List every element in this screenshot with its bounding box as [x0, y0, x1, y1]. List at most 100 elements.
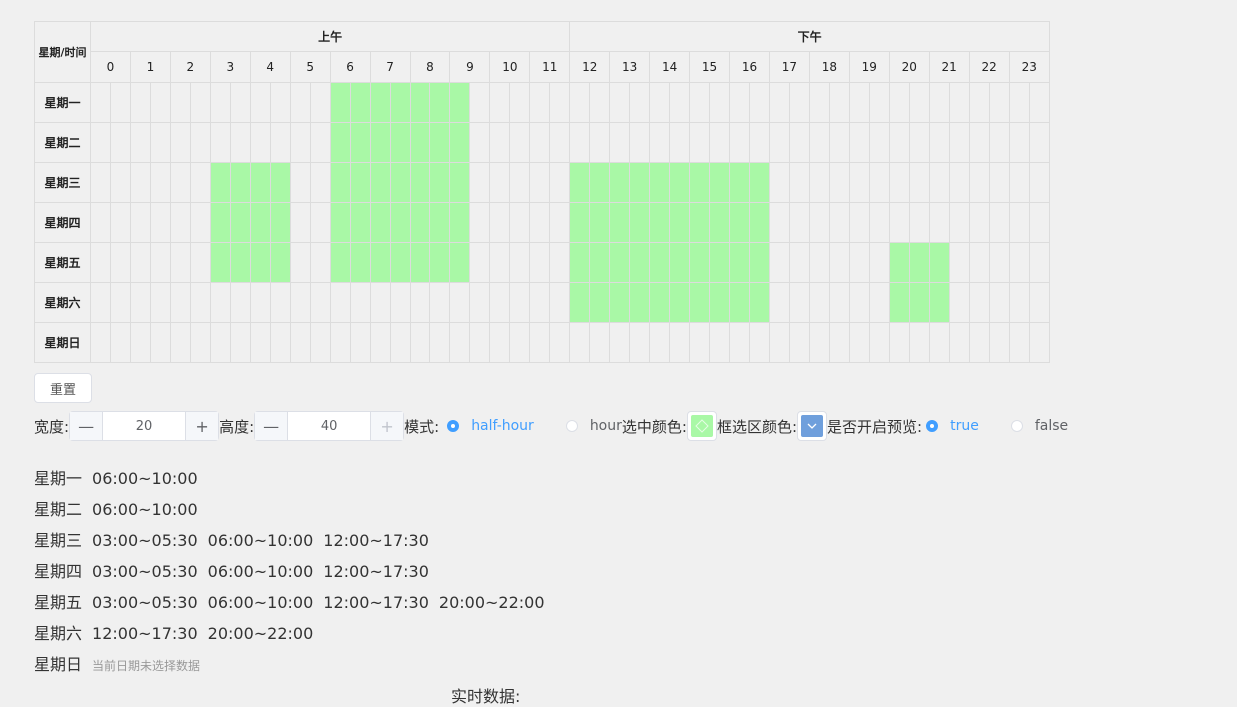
time-cell[interactable] [569, 82, 591, 123]
time-cell[interactable] [968, 82, 990, 123]
time-cell[interactable] [469, 122, 491, 163]
time-cell-selected[interactable] [229, 242, 251, 283]
time-cell[interactable] [729, 82, 750, 123]
time-cell[interactable] [90, 162, 111, 203]
time-cell-selected[interactable] [569, 242, 591, 283]
time-cell[interactable] [1008, 282, 1030, 323]
time-cell-selected[interactable] [669, 202, 691, 243]
time-cell[interactable] [529, 122, 551, 163]
time-cell[interactable] [90, 82, 111, 123]
time-cell-selected[interactable] [669, 282, 691, 323]
time-cell[interactable] [149, 122, 171, 163]
time-cell[interactable] [649, 82, 671, 123]
time-cell[interactable] [109, 322, 131, 363]
time-cell[interactable] [269, 282, 291, 323]
time-cell[interactable] [289, 202, 311, 243]
time-cell[interactable] [249, 322, 271, 363]
mode-radio-hour[interactable]: hour [565, 418, 622, 434]
time-cell[interactable] [689, 322, 711, 363]
time-cell-selected[interactable] [249, 242, 271, 283]
time-cell-selected[interactable] [689, 242, 711, 283]
time-cell[interactable] [788, 282, 810, 323]
time-cell[interactable] [1028, 282, 1051, 323]
width-increase-button[interactable]: + [185, 412, 219, 440]
time-cell[interactable] [149, 202, 171, 243]
time-cell-selected[interactable] [629, 202, 651, 243]
time-cell[interactable] [289, 242, 311, 283]
time-cell-selected[interactable] [649, 202, 671, 243]
time-cell[interactable] [90, 202, 111, 243]
time-cell[interactable] [509, 242, 531, 283]
time-cell-selected[interactable] [888, 282, 910, 323]
time-cell[interactable] [149, 322, 171, 363]
time-cell-selected[interactable] [629, 242, 651, 283]
time-cell-selected[interactable] [748, 202, 770, 243]
time-cell-selected[interactable] [369, 162, 391, 203]
time-cell[interactable] [509, 122, 531, 163]
height-input[interactable]: 40 [288, 412, 370, 440]
time-cell[interactable] [509, 322, 531, 363]
time-cell[interactable] [269, 122, 291, 163]
time-cell[interactable] [788, 122, 810, 163]
time-cell[interactable] [848, 322, 870, 363]
width-input[interactable]: 20 [103, 412, 185, 440]
time-cell[interactable] [149, 82, 171, 123]
time-cell-selected[interactable] [349, 162, 371, 203]
time-cell[interactable] [808, 162, 830, 203]
time-cell[interactable] [529, 242, 551, 283]
time-cell[interactable] [888, 322, 910, 363]
time-cell[interactable] [489, 162, 511, 203]
box-color-picker[interactable] [797, 411, 828, 441]
time-cell[interactable] [808, 282, 830, 323]
time-cell[interactable] [868, 122, 890, 163]
time-cell[interactable] [469, 162, 491, 203]
time-cell[interactable] [968, 322, 990, 363]
time-cell-selected[interactable] [729, 162, 750, 203]
time-cell-selected[interactable] [449, 202, 471, 243]
time-cell-selected[interactable] [389, 242, 411, 283]
time-cell-selected[interactable] [908, 282, 930, 323]
time-cell[interactable] [988, 282, 1010, 323]
time-cell[interactable] [729, 122, 750, 163]
time-cell-selected[interactable] [349, 242, 371, 283]
time-cell-selected[interactable] [389, 122, 411, 163]
time-cell-selected[interactable] [589, 162, 611, 203]
time-cell[interactable] [868, 282, 890, 323]
time-cell-selected[interactable] [589, 202, 611, 243]
time-cell[interactable] [309, 322, 331, 363]
time-cell-selected[interactable] [269, 202, 291, 243]
time-cell-selected[interactable] [609, 282, 631, 323]
time-cell[interactable] [509, 282, 531, 323]
time-cell-selected[interactable] [589, 242, 611, 283]
time-cell[interactable] [589, 322, 611, 363]
time-cell[interactable] [329, 322, 351, 363]
time-cell-selected[interactable] [569, 202, 591, 243]
preview-radio-false[interactable]: false [1010, 418, 1068, 434]
time-cell[interactable] [748, 82, 770, 123]
time-cell[interactable] [968, 122, 990, 163]
time-cell-selected[interactable] [649, 162, 671, 203]
time-cell[interactable] [309, 202, 331, 243]
time-cell[interactable] [848, 82, 870, 123]
time-cell[interactable] [868, 162, 890, 203]
time-cell[interactable] [768, 322, 790, 363]
time-cell[interactable] [549, 282, 571, 323]
time-cell[interactable] [109, 122, 131, 163]
time-cell[interactable] [768, 122, 790, 163]
time-cell-selected[interactable] [409, 242, 431, 283]
time-cell-selected[interactable] [609, 202, 631, 243]
time-cell[interactable] [109, 282, 131, 323]
time-cell[interactable] [928, 82, 950, 123]
time-cell[interactable] [489, 282, 511, 323]
time-cell[interactable] [129, 122, 151, 163]
time-cell[interactable] [1008, 162, 1030, 203]
time-cell[interactable] [988, 82, 1010, 123]
time-cell[interactable] [189, 242, 211, 283]
time-cell[interactable] [788, 82, 810, 123]
time-cell[interactable] [509, 162, 531, 203]
time-cell[interactable] [369, 322, 391, 363]
time-cell[interactable] [669, 82, 691, 123]
time-cell[interactable] [1008, 82, 1030, 123]
time-cell-selected[interactable] [349, 122, 371, 163]
reset-button[interactable]: 重置 [34, 373, 92, 403]
